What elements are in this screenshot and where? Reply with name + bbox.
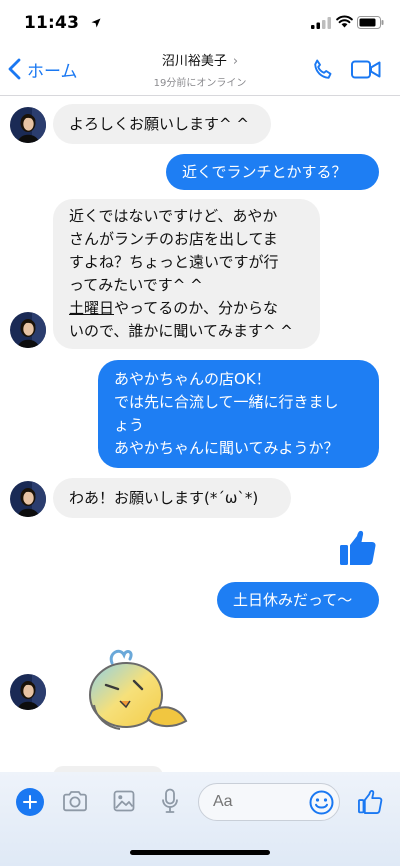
back-label: ホーム xyxy=(27,61,78,82)
phone-icon[interactable] xyxy=(311,58,335,82)
camera-icon[interactable] xyxy=(62,790,88,812)
avatar-image xyxy=(10,674,46,710)
composer-bar xyxy=(0,772,400,866)
message-line: 土曜日やってるのか、分からな xyxy=(69,297,304,320)
thumbs-up-icon[interactable] xyxy=(338,528,378,568)
status-time: 11:43 xyxy=(24,13,80,33)
signal-icon xyxy=(311,17,331,29)
message-line: いので、誰かに聞いてみます^ ^ xyxy=(69,322,293,340)
message-bubble-outgoing[interactable]: あやかちゃんの店OK！ では先に合流して一緒に行きまし ょう あやかちゃんに聞い… xyxy=(98,360,379,468)
message-input[interactable] xyxy=(213,793,293,811)
chevron-left-icon xyxy=(8,58,21,80)
message-text: やってるのか、分からな xyxy=(114,299,278,317)
microphone-icon[interactable] xyxy=(161,788,179,814)
plus-icon[interactable] xyxy=(16,788,44,816)
avatar[interactable] xyxy=(10,674,46,710)
conversation-header: ホーム 沼川裕美子 › 19分前にオンライン xyxy=(0,40,400,96)
message-bubble-incoming[interactable]: わあ！お願いします(*´ω`*) xyxy=(53,478,291,518)
avatar[interactable] xyxy=(10,107,46,143)
message-line: ってみたいです^ ^ xyxy=(69,276,203,294)
message-line: さんがランチのお店を出してま xyxy=(69,230,278,248)
message-bubble-incoming[interactable]: よろしくお願いします^ ^ xyxy=(53,104,271,144)
battery-icon xyxy=(357,16,384,29)
sticker-image[interactable] xyxy=(82,645,192,737)
chevron-right-icon: › xyxy=(232,54,239,69)
contact-name: 沼川裕美子 xyxy=(161,54,227,69)
contact-info[interactable]: 沼川裕美子 › 19分前にオンライン xyxy=(120,50,280,89)
message-input-field[interactable] xyxy=(198,783,340,821)
location-arrow-icon xyxy=(91,18,101,28)
avatar-image xyxy=(10,312,46,348)
avatar-image xyxy=(10,481,46,517)
video-camera-icon[interactable] xyxy=(351,60,381,79)
wifi-icon xyxy=(336,15,353,28)
thumbs-up-icon[interactable] xyxy=(357,789,383,815)
message-line: 近くではないですけど、あやか xyxy=(69,207,278,225)
message-bubble-incoming[interactable]: 近くではないですけど、あやか さんがランチのお店を出してま すよね？ちょっと遠い… xyxy=(53,199,320,349)
avatar[interactable] xyxy=(10,312,46,348)
back-button[interactable]: ホーム xyxy=(8,52,78,86)
emoji-icon[interactable] xyxy=(309,790,334,815)
underlined-date-link[interactable]: 土曜日 xyxy=(69,299,114,317)
home-indicator xyxy=(130,850,270,855)
message-line: すよね？ちょっと遠いですが行 xyxy=(69,253,279,271)
message-bubble-outgoing[interactable]: 近くでランチとかする？ xyxy=(166,154,379,190)
avatar[interactable] xyxy=(10,481,46,517)
message-bubble-outgoing[interactable]: 土日休みだって〜 xyxy=(217,582,379,618)
avatar-image xyxy=(10,107,46,143)
image-icon[interactable] xyxy=(113,790,135,812)
contact-status: 19分前にオンライン xyxy=(153,78,247,89)
